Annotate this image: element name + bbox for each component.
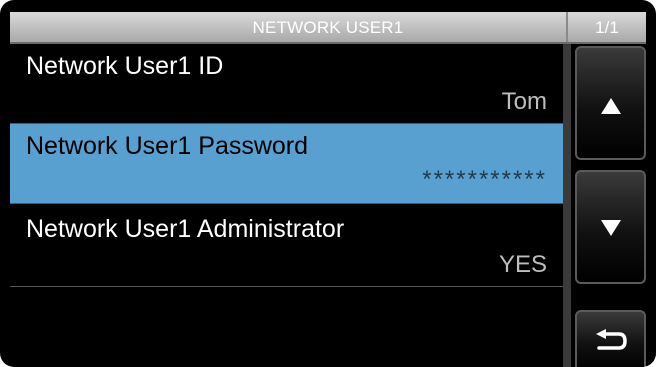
- back-button[interactable]: [575, 310, 646, 367]
- page-indicator: 1/1: [566, 12, 646, 42]
- triangle-up-icon: [601, 98, 621, 114]
- list-item-network-user1-administrator[interactable]: Network User1 Administrator YES: [10, 207, 563, 287]
- list-item-label: Network User1 ID: [26, 52, 224, 80]
- list-item-network-user1-password[interactable]: Network User1 Password ***********: [10, 124, 563, 204]
- list-item-label: Network User1 Administrator: [26, 215, 345, 243]
- scrollbar[interactable]: [563, 44, 571, 367]
- triangle-down-icon: [601, 220, 621, 236]
- settings-list: Network User1 ID Tom Network User1 Passw…: [10, 44, 563, 367]
- list-item-value: ***********: [422, 166, 547, 193]
- title-bar: NETWORK USER1 1/1: [10, 12, 646, 44]
- list-item-value: Tom: [501, 88, 547, 115]
- list-item-value: YES: [498, 251, 547, 278]
- list-item-network-user1-id[interactable]: Network User1 ID Tom: [10, 44, 563, 124]
- screen-frame: NETWORK USER1 1/1 Network User1 ID Tom N…: [0, 0, 656, 367]
- sidebar: [571, 44, 656, 367]
- scroll-up-button[interactable]: [575, 46, 646, 160]
- page-title: NETWORK USER1: [252, 18, 404, 37]
- scroll-down-button[interactable]: [575, 170, 646, 284]
- list-item-label: Network User1 Password: [26, 132, 309, 160]
- return-arrow-icon: [596, 329, 627, 350]
